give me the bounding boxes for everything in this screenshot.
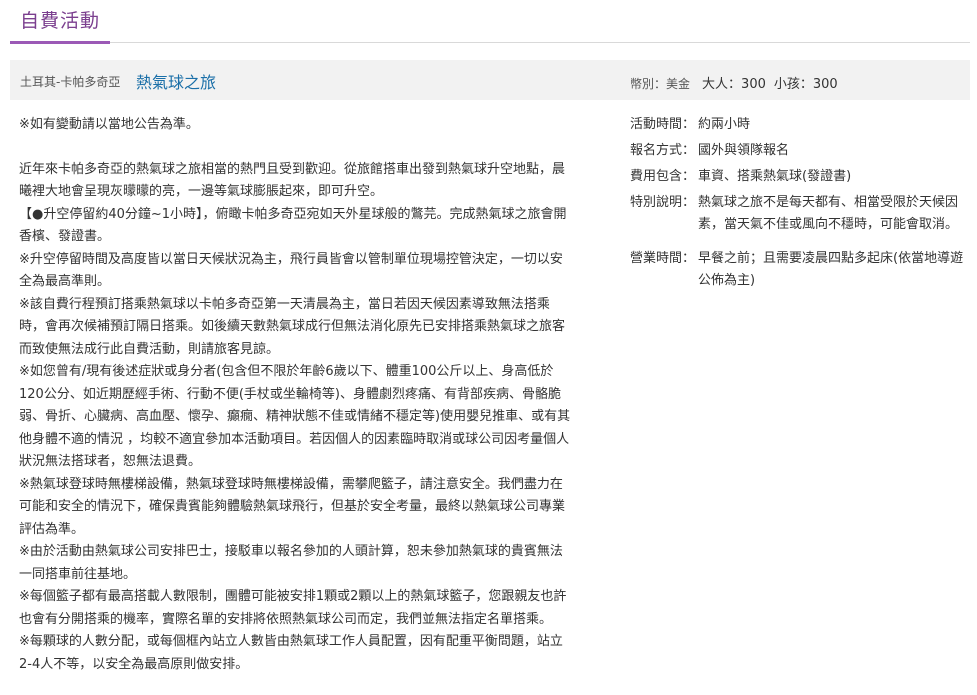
detail-row-signup: 報名方式： 國外與領隊報名 [630, 140, 965, 162]
description-paragraph: ※每個籃子都有最高搭載人數限制，團體可能被安排1顆或2顆以上的熱氣球籃子，您跟親… [19, 589, 567, 627]
description-paragraph: 近年來卡帕多奇亞的熱氣球之旅相當的熱門且受到歡迎。從旅館搭車出發到熱氣球升空地點… [19, 161, 566, 200]
child-price-value: 300 [812, 77, 838, 92]
currency-value: 美金 [666, 77, 691, 91]
tour-name-link[interactable]: 熱氣球之旅 [136, 69, 216, 93]
detail-row-includes: 費用包含： 車資、搭乘熱氣球(發證書) [630, 166, 965, 188]
price-info: 幣別：美金 大人：300 小孩：300 [630, 73, 838, 92]
tour-info-bar: 土耳其-卡帕多奇亞 熱氣球之旅 幣別：美金 大人：300 小孩：300 [10, 60, 970, 100]
change-notice: ※如有變動請以當地公告為準。 [19, 117, 199, 132]
detail-label: 營業時間： [630, 251, 696, 266]
child-price-label: 小孩： [773, 77, 813, 92]
detail-label: 費用包含： [630, 169, 696, 184]
description-paragraph: ※熱氣球登球時無樓梯設備，熱氣球登球時無樓梯設備，需攀爬籃子，請注意安全。我們盡… [19, 476, 566, 537]
tour-description: ※如有變動請以當地公告為準。 近年來卡帕多奇亞的熱氣球之旅相當的熱門且受到歡迎。… [19, 114, 571, 676]
description-paragraph: 【●升空停留約40分鐘~1小時】，俯瞰卡帕多奇亞宛如天外星球般的鷩芫。完成熱氣球… [19, 206, 567, 245]
adult-price-label: 大人： [702, 77, 742, 92]
adult-price-value: 300 [741, 77, 766, 92]
tour-location: 土耳其-卡帕多奇亞 [20, 75, 121, 89]
description-paragraph: ※如您曾有/現有後述症狀或身分者(包含但不限於年齡6歲以下、體重100公斤以上、… [19, 364, 571, 469]
detail-row-special-note: 特別說明： 熱氣球之旅不是每天都有、相當受限於天候因素，當天氣不佳或風向不穩時，… [630, 192, 965, 236]
description-paragraph: ※每顆球的人數分配，或每個框內站立人數皆由熱氣球工作人員配置，因有配重平衡問題，… [19, 634, 563, 672]
detail-label: 特別說明： [630, 195, 696, 210]
detail-value: 約兩小時 [698, 117, 751, 132]
section-header: 自費活動 [10, 0, 970, 44]
detail-label: 報名方式： [630, 143, 696, 158]
detail-value: 國外與領隊報名 [698, 143, 790, 158]
description-paragraph: ※升空停留時間及高度皆以當日天候狀況為主，飛行員皆會以管制單位現場控管決定，一切… [19, 251, 563, 290]
detail-value: 早餐之前；且需要凌晨四點多起床(依當地導遊公佈為主) [698, 251, 964, 288]
description-paragraph: ※由於活動由熱氣球公司安排巴士，接駁車以報名參加的人頭計算，恕未參加熱氣球的貴賓… [19, 544, 563, 582]
detail-label: 活動時間： [630, 117, 696, 132]
page: 自費活動 土耳其-卡帕多奇亞 熱氣球之旅 幣別：美金 大人：300 小孩：300 ※… [0, 0, 977, 695]
description-paragraph: ※該自費行程預訂搭乘熱氣球以卡帕多奇亞第一天清晨為主，當日若因天候因素導致無法搭… [19, 296, 566, 357]
currency-label: 幣別： [630, 77, 667, 91]
detail-value: 熱氣球之旅不是每天都有、相當受限於天候因素，當天氣不佳或風向不穩時，可能會取消。 [698, 195, 959, 232]
detail-row-duration: 活動時間： 約兩小時 [630, 114, 965, 136]
detail-value: 車資、搭乘熱氣球(發證書) [698, 169, 852, 184]
detail-row-business-hours: 營業時間： 早餐之前；且需要凌晨四點多起床(依當地導遊公佈為主) [630, 248, 965, 292]
tour-details: 活動時間： 約兩小時 報名方式： 國外與領隊報名 費用包含： 車資、搭乘熱氣球(… [630, 114, 965, 296]
section-title: 自費活動 [20, 10, 101, 32]
section-title-underline [10, 41, 110, 44]
